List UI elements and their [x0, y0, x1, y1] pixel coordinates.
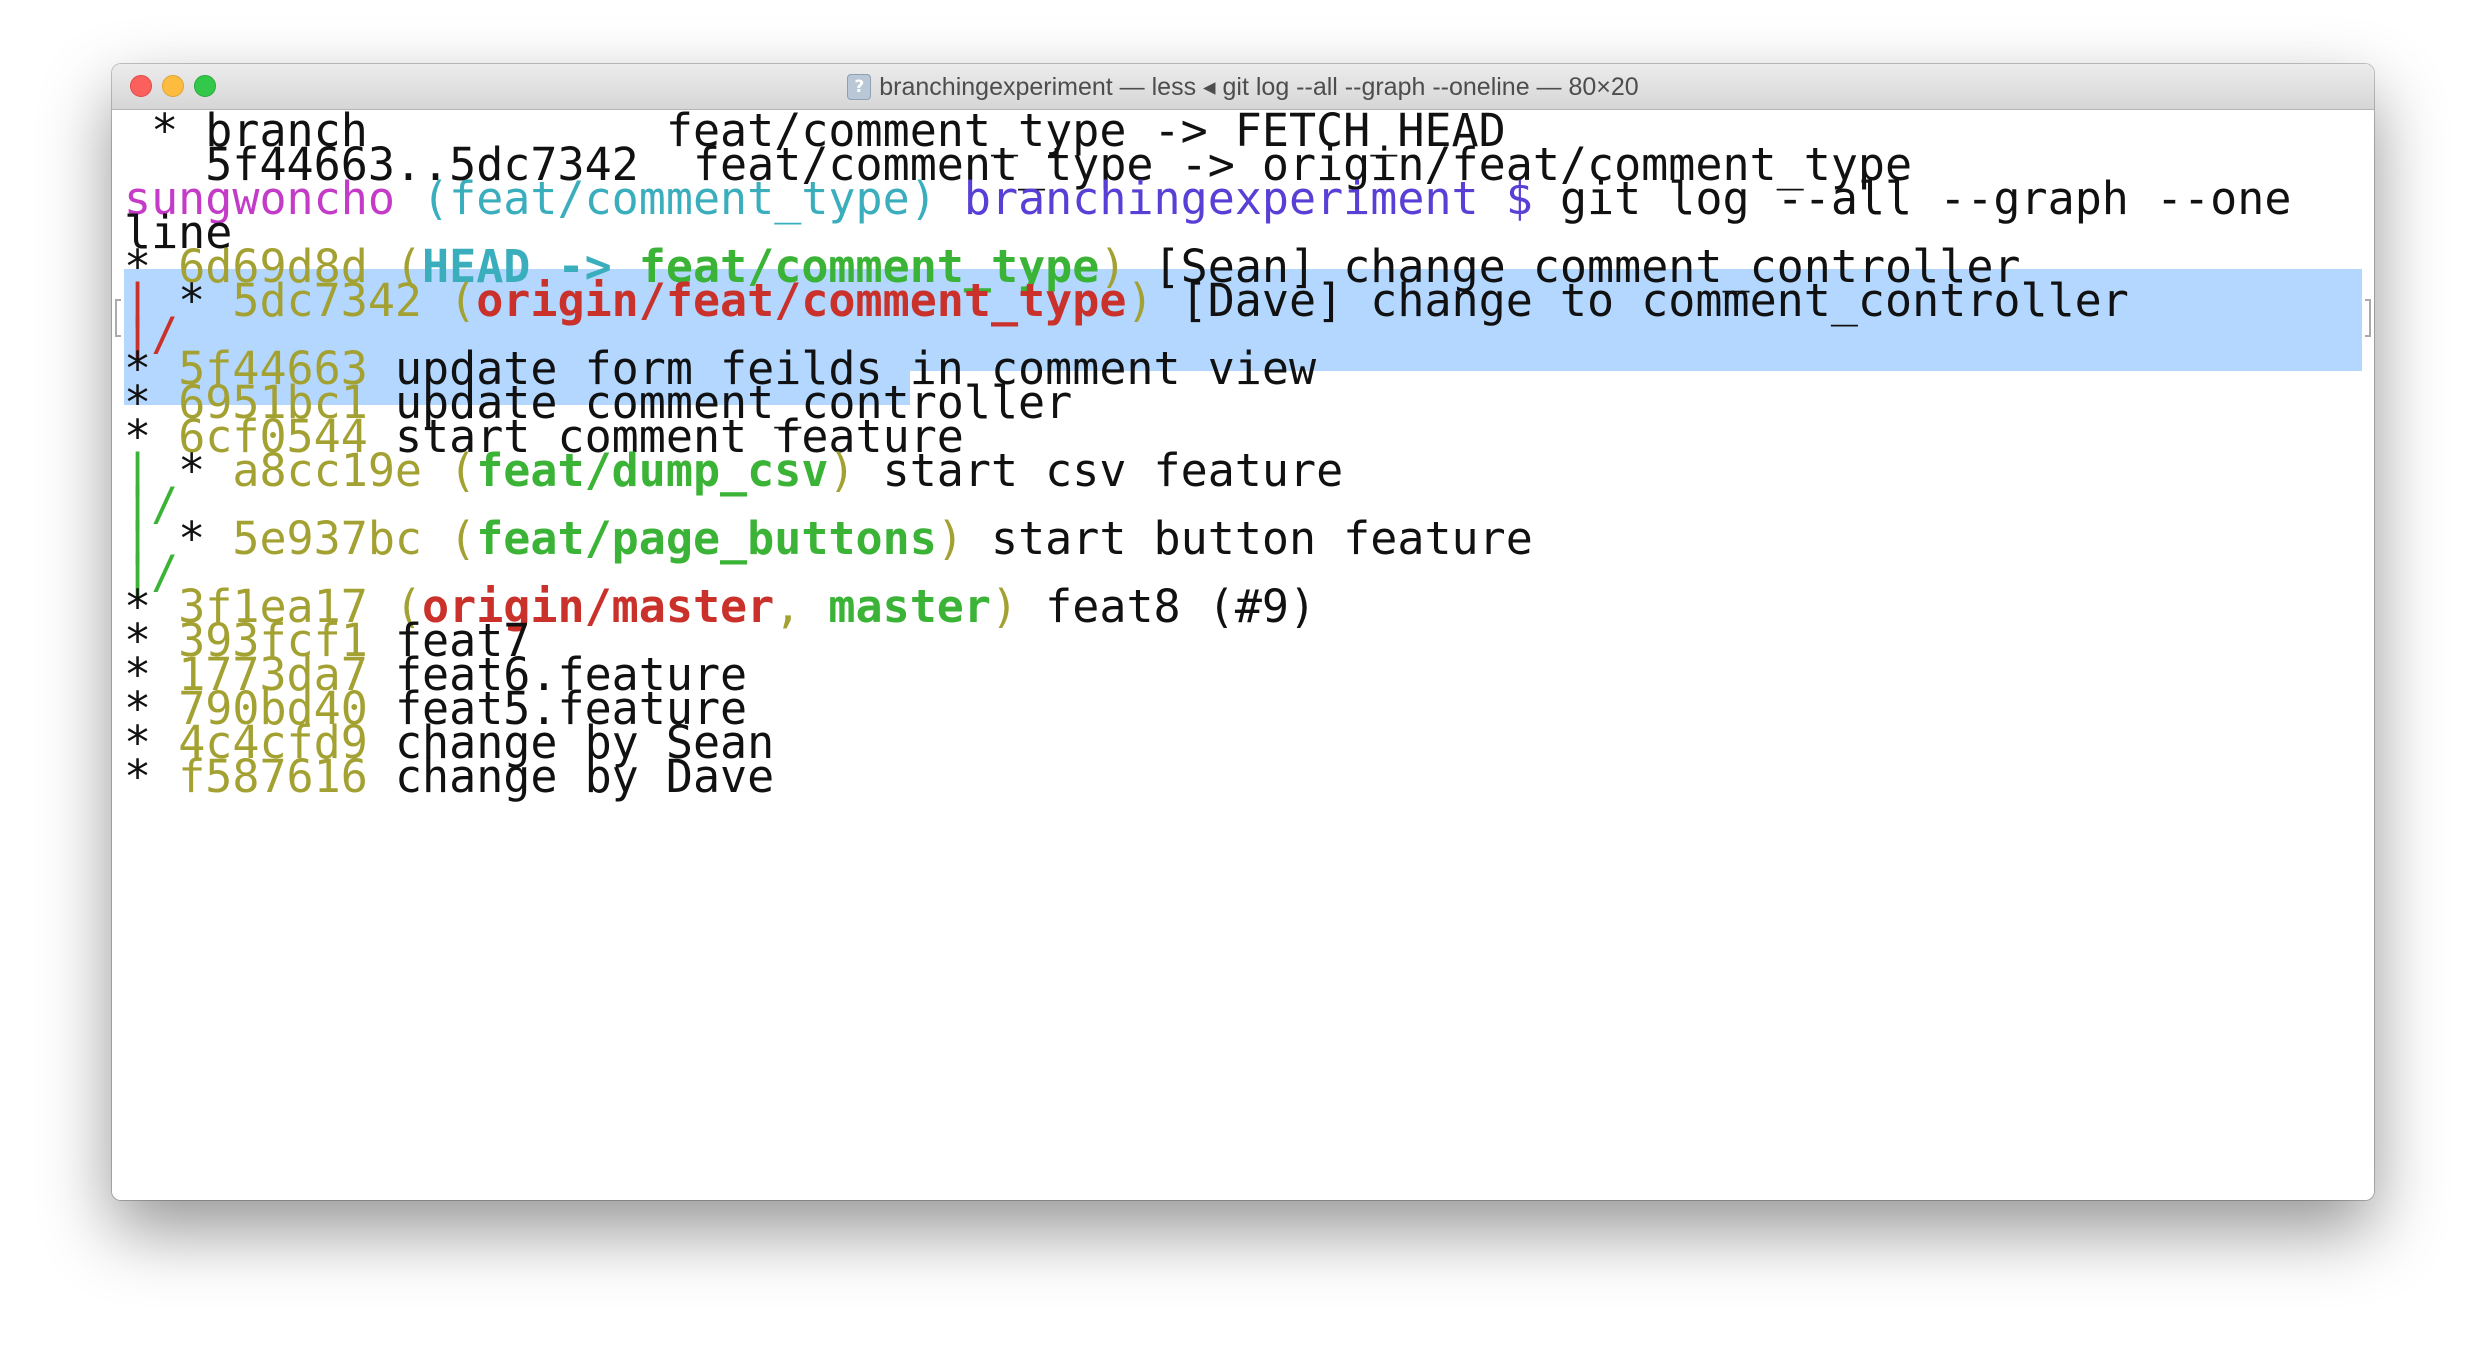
window-title: branchingexperiment — less ◂ git log --a… — [879, 72, 1639, 101]
commit-message: [Dave] change to comment_controller — [1180, 274, 2129, 327]
graph-node: * — [124, 750, 179, 803]
commit-hash: 5e937bc — [232, 512, 423, 565]
prompt-line: sungwoncho (feat/comment_type) branching… — [124, 172, 2291, 226]
log-line: | * 5e937bc (feat/page_buttons) start bu… — [124, 512, 1533, 566]
ref-paren: ( — [449, 274, 477, 327]
line-overflow-marker — [2365, 299, 2371, 337]
ref-paren: ) — [1126, 274, 1154, 327]
commit-hash: 5dc7342 — [232, 274, 423, 327]
log-line: | * 5dc7342 (origin/feat/comment_type) [… — [124, 274, 2129, 328]
commit-hash: f587616 — [178, 750, 368, 803]
ref-branch: feat/page_buttons — [476, 512, 937, 565]
prompt-command: git log --all --graph --one — [1559, 172, 2292, 225]
window-title-area: ? branchingexperiment — less ◂ git log --… — [112, 64, 2374, 109]
document-icon: ? — [847, 73, 872, 100]
ref-paren: ) — [828, 444, 856, 497]
commit-message: start button feature — [990, 512, 1533, 565]
ref-paren: ( — [449, 512, 477, 565]
ref-paren: ) — [990, 580, 1019, 633]
ref-remote: origin/feat/comment_type — [476, 274, 1127, 327]
prompt-branch: (feat/comment_type) — [422, 172, 937, 225]
ref-separator: , — [774, 580, 802, 633]
prompt-directory: branchingexperiment — [963, 172, 1479, 225]
terminal-content[interactable]: * branch feat/comment_type -> FETCH_HEAD… — [112, 104, 2374, 1200]
line-overflow-marker — [115, 299, 121, 337]
ref-branch: feat/dump_csv — [476, 444, 829, 497]
commit-message: start csv feature — [882, 444, 1344, 497]
log-line: * f587616 change by Dave — [124, 750, 774, 804]
commit-message: feat8 (#9) — [1045, 580, 1317, 633]
log-line: | * a8cc19e (feat/dump_csv) start csv fe… — [124, 444, 1343, 498]
ref-paren: ) — [936, 512, 964, 565]
ref-branch: master — [828, 580, 991, 633]
commit-hash: a8cc19e — [232, 444, 423, 497]
terminal-window: ? branchingexperiment — less ◂ git log --… — [112, 64, 2374, 1200]
prompt-symbol: $ — [1505, 172, 1533, 225]
commit-message: change by Dave — [394, 750, 775, 803]
ref-paren: ( — [449, 444, 477, 497]
